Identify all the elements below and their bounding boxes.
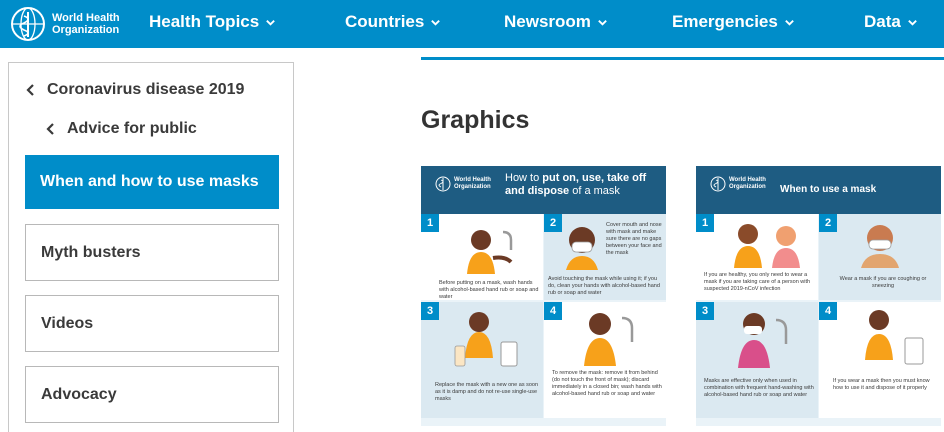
sidebar-item-myth-busters[interactable]: Myth busters [25,224,279,281]
step-number: 3 [421,302,439,320]
dispose-mask-illustration-icon [865,310,924,365]
logo-line-2: Organization [52,24,120,36]
nav-countries[interactable]: Countries [345,12,441,32]
card-title-pre: How to [505,172,543,184]
page-title: Graphics [421,106,530,134]
remove-mask-illustration-icon [584,313,634,366]
handwashing-with-mask-illustration-icon [738,313,788,368]
panel-caption: Cover mouth and nose with mask and make … [606,222,662,256]
card-org-line-1: World Health [454,177,491,183]
top-navigation-bar: World Health Organization Health Topics … [0,0,944,48]
card-title: How to put on, use, take off and dispose… [505,172,655,198]
chevron-left-icon [26,84,34,96]
logo-line-1: World Health [52,12,120,24]
card-header: World Health Organization How to put on,… [421,166,666,214]
caregiver-illustration-icon [734,224,800,268]
step-number: 4 [544,302,562,320]
card-org-line-2: Organization [729,184,766,190]
card-org-line-1: World Health [729,177,766,183]
step-number: 2 [544,214,562,232]
chevron-down-icon [598,19,607,26]
infographic-card-when-to-use-mask[interactable]: World Health Organization When to use a … [696,166,941,426]
nav-newsroom[interactable]: Newsroom [504,12,608,32]
infographic-panel-4: 4 To remove the mask: remove it from beh… [544,302,666,418]
card-title-post: of a mask [569,185,620,197]
panel-caption: To remove the mask: remove it from behin… [552,370,662,397]
mask-wearing-illustration-icon [566,227,598,270]
sidebar: Coronavirus disease 2019 Advice for publ… [8,62,294,432]
nav-data-label: Data [864,12,901,31]
chevron-left-icon [46,123,54,135]
nav-newsroom-label: Newsroom [504,12,591,31]
breadcrumb-advice-for-public[interactable]: Advice for public [45,120,197,138]
panel-caption: If you are healthy, you only need to wea… [704,272,811,292]
card-title: When to use a mask [780,184,877,195]
infographic-panel-1: 1 Before putting on a mask, wash hands w… [421,214,543,300]
sidebar-item-label: Myth busters [41,243,141,261]
sidebar-item-advocacy[interactable]: Advocacy [25,366,279,423]
card-org-logo: World Health Organization [710,176,766,192]
infographic-panel-4: 4 If you wear a mask then you must know … [819,302,941,418]
card-org-logo: World Health Organization [435,176,491,192]
who-emblem-icon [710,176,726,192]
nav-countries-label: Countries [345,12,425,31]
sidebar-item-videos[interactable]: Videos [25,295,279,352]
step-number: 2 [819,214,837,232]
card-org-line-2: Organization [454,184,491,190]
coughing-illustration-icon [861,225,899,268]
infographic-panel-1: 1 If you are healthy, you only need to w… [696,214,818,300]
nav-health-topics-label: Health Topics [149,12,260,31]
who-logo-link[interactable]: World Health Organization [10,6,130,42]
chevron-down-icon [785,19,794,26]
step-number: 1 [696,214,714,232]
panel-caption: Masks are effective only when used in co… [704,378,814,398]
breadcrumb-coronavirus[interactable]: Coronavirus disease 2019 [25,81,244,99]
step-number: 1 [421,214,439,232]
chevron-down-icon [908,19,917,26]
card-header: World Health Organization When to use a … [696,166,941,214]
panel-caption: If you wear a mask then you must know ho… [833,378,930,391]
sidebar-item-masks-active[interactable]: When and how to use masks [25,155,279,209]
who-logo-text: World Health Organization [52,12,130,36]
who-emblem-icon [11,7,45,41]
infographic-panel-2: 2 Wear a mask if you are coughing or sne… [819,214,941,300]
section-divider [421,57,944,60]
nav-emergencies[interactable]: Emergencies [672,12,795,32]
breadcrumb-child-label: Advice for public [67,120,197,137]
who-emblem-icon [435,176,451,192]
handwashing-illustration-icon [467,230,513,274]
infographic-panel-3: 3 Masks are effective only when used in … [696,302,818,418]
infographic-card-how-to-use-mask[interactable]: World Health Organization How to put on,… [421,166,666,426]
sidebar-item-label: Videos [41,314,94,332]
replace-mask-illustration-icon [454,312,518,367]
step-number: 4 [819,302,837,320]
panel-caption: Wear a mask if you are coughing or sneez… [839,276,927,289]
panel-caption: Before putting on a mask, wash hands wit… [439,280,539,300]
nav-health-topics[interactable]: Health Topics [149,12,276,32]
chevron-down-icon [266,19,276,26]
chevron-down-icon [431,19,441,26]
infographic-panel-2: 2 Cover mouth and nose with mask and mak… [544,214,666,300]
sidebar-item-label: When and how to use masks [40,173,259,190]
nav-data[interactable]: Data [864,12,918,32]
panel-caption: Replace the mask with a new one as soon … [435,382,539,402]
infographic-panel-3: 3 Replace the mask with a new one as soo… [421,302,543,418]
panel-caption: Avoid touching the mask while using it; … [548,276,660,296]
breadcrumb-parent-label: Coronavirus disease 2019 [47,81,245,98]
sidebar-item-label: Advocacy [41,385,117,403]
nav-emergencies-label: Emergencies [672,12,778,31]
step-number: 3 [696,302,714,320]
